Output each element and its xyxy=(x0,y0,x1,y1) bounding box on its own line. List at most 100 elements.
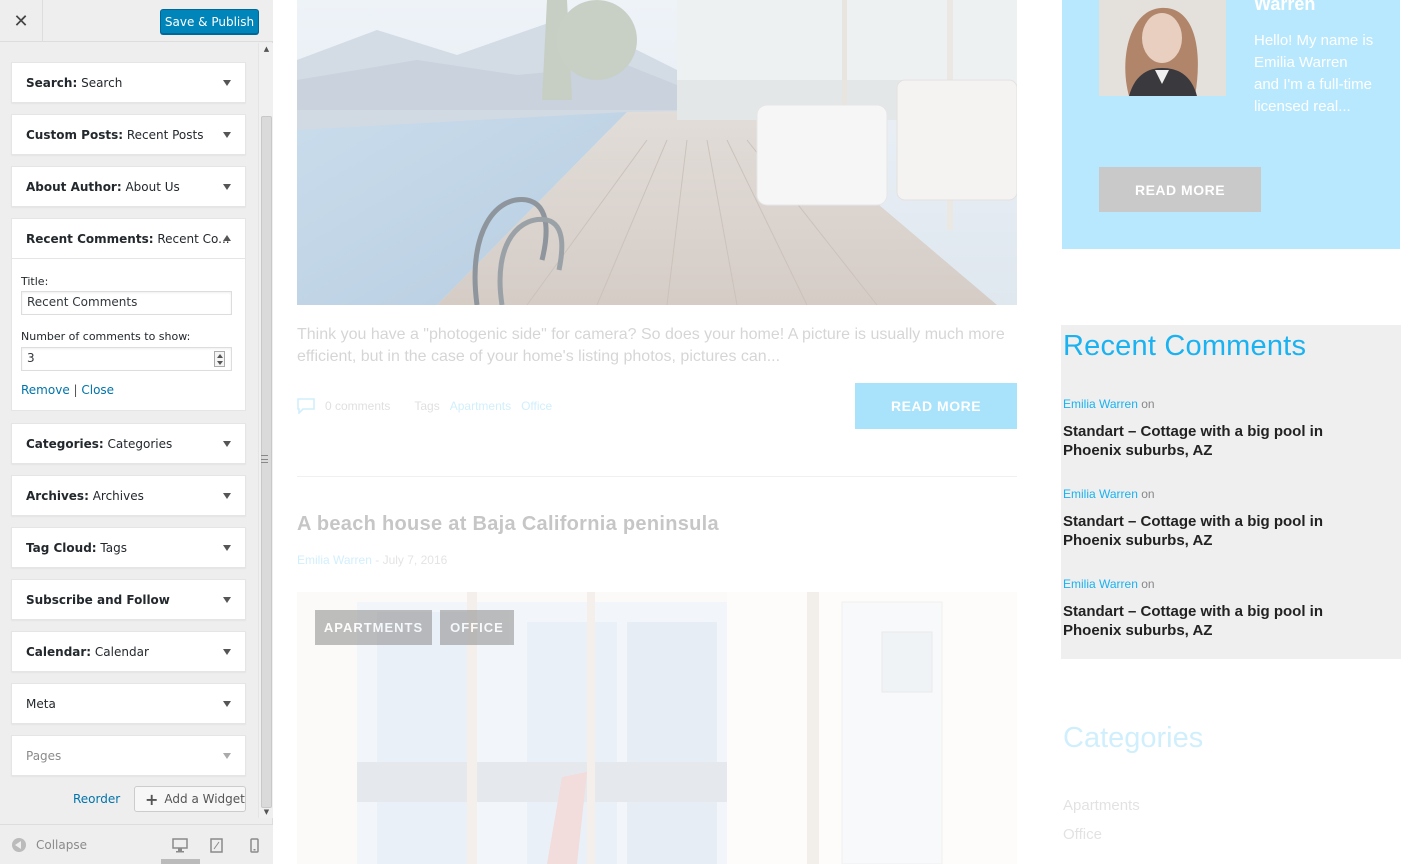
scrollbar-grip-icon xyxy=(261,455,268,463)
comment-post-link[interactable]: Standart – Cottage with a big pool in Ph… xyxy=(1063,422,1383,460)
category-badge-office[interactable]: OFFICE xyxy=(440,610,514,645)
close-customizer-button[interactable]: ✕ xyxy=(0,0,43,42)
customizer-header: ✕ Save & Publish xyxy=(0,0,273,42)
save-publish-button[interactable]: Save & Publish xyxy=(160,9,259,34)
tag-link[interactable]: Office xyxy=(521,399,552,413)
collapse-arrow-icon[interactable] xyxy=(223,235,231,241)
mobile-preview-icon[interactable] xyxy=(250,838,259,853)
post-date: July 7, 2016 xyxy=(382,553,448,567)
post-featured-image[interactable] xyxy=(297,0,1017,305)
number-spinner[interactable] xyxy=(214,351,225,367)
scroll-up-arrow-icon[interactable]: ▲ xyxy=(259,43,274,55)
comment-post-link[interactable]: Standart – Cottage with a big pool in Ph… xyxy=(1063,512,1383,550)
plus-icon: + xyxy=(145,789,159,809)
byline-separator: - xyxy=(371,553,383,567)
widget-subscribe-follow[interactable]: Subscribe and Follow xyxy=(11,579,246,620)
comments-count[interactable]: 0 comments xyxy=(325,399,390,413)
scroll-down-arrow-icon[interactable]: ▼ xyxy=(259,806,274,818)
add-widget-label: Add a Widget xyxy=(164,792,245,806)
comment-on: on xyxy=(1137,487,1155,501)
collapse-label: Collapse xyxy=(36,838,87,852)
desktop-preview-icon[interactable] xyxy=(172,838,188,853)
expand-arrow-icon[interactable] xyxy=(223,132,231,138)
widget-name: Meta xyxy=(26,697,56,711)
post-title[interactable]: A beach house at Baja California peninsu… xyxy=(297,513,719,536)
tablet-preview-icon[interactable] xyxy=(210,838,223,853)
comment-post-link[interactable]: Standart – Cottage with a big pool in Ph… xyxy=(1063,602,1383,640)
active-device-indicator xyxy=(161,859,200,864)
read-more-button[interactable]: READ MORE xyxy=(855,383,1017,429)
comment-author-link[interactable]: Emilia Warren xyxy=(1063,577,1138,591)
widget-calendar[interactable]: Calendar: Calendar xyxy=(11,631,246,672)
post-divider xyxy=(297,476,1017,477)
widget-title: Recent Posts xyxy=(123,128,204,142)
widget-categories[interactable]: Categories: Categories xyxy=(11,423,246,464)
comment-author-line: Emilia Warren on xyxy=(1063,487,1155,501)
widget-name: Calendar: xyxy=(26,645,92,659)
expand-arrow-icon[interactable] xyxy=(223,753,231,759)
widget-title: Search xyxy=(77,76,123,90)
widget-pages[interactable]: Pages xyxy=(11,735,246,776)
category-link[interactable]: Apartments xyxy=(1063,797,1140,814)
author-name: Warren xyxy=(1254,0,1316,14)
widget-title: Categories xyxy=(103,437,173,451)
customizer-screen: ✕ Save & Publish Search: Search Custom P… xyxy=(0,0,1419,864)
widget-name: Categories: xyxy=(26,437,104,451)
category-link[interactable]: Office xyxy=(1063,826,1102,843)
expand-arrow-icon[interactable] xyxy=(223,701,231,707)
close-widget-link[interactable]: Close xyxy=(81,383,114,397)
author-photo xyxy=(1099,0,1226,96)
widget-title: Archives xyxy=(88,489,144,503)
widget-search[interactable]: Search: Search xyxy=(11,62,246,103)
widget-tag-cloud[interactable]: Tag Cloud: Tags xyxy=(11,527,246,568)
comment-on: on xyxy=(1137,577,1155,591)
expand-arrow-icon[interactable] xyxy=(223,493,231,499)
post-excerpt: Think you have a "photogenic side" for c… xyxy=(297,326,1005,365)
post-author[interactable]: Emilia Warren xyxy=(297,553,372,567)
widget-custom-posts[interactable]: Custom Posts: Recent Posts xyxy=(11,114,246,155)
widget-recent-comments: Recent Comments: Recent Co... Title: Rec… xyxy=(11,218,246,411)
add-widget-button[interactable]: + Add a Widget xyxy=(134,786,246,812)
reorder-link[interactable]: Reorder xyxy=(73,792,120,806)
expand-arrow-icon[interactable] xyxy=(223,441,231,447)
widget-name: Custom Posts: xyxy=(26,128,124,142)
author-bio: Hello! My name is Emilia Warren and I'm … xyxy=(1254,32,1374,115)
widget-name: About Author: xyxy=(26,180,122,194)
count-label: Number of comments to show: xyxy=(21,330,191,343)
title-label: Title: xyxy=(21,275,49,288)
recent-comments-title: Recent Comments xyxy=(1063,330,1307,362)
widget-meta[interactable]: Meta xyxy=(11,683,246,724)
comment-author-line: Emilia Warren on xyxy=(1063,397,1155,411)
widget-title: Calendar xyxy=(91,645,149,659)
widget-name: Subscribe and Follow xyxy=(26,593,170,607)
expand-arrow-icon[interactable] xyxy=(223,80,231,86)
author-read-more-button[interactable]: READ MORE xyxy=(1099,167,1261,212)
title-input[interactable]: Recent Comments xyxy=(21,291,232,315)
pool-house-image xyxy=(297,0,1017,305)
widget-name: Archives: xyxy=(26,489,89,503)
comment-count-input[interactable]: 3 xyxy=(21,347,232,371)
expand-arrow-icon[interactable] xyxy=(223,184,231,190)
comment-author-link[interactable]: Emilia Warren xyxy=(1063,487,1138,501)
widget-name: Recent Comments: xyxy=(26,232,154,246)
collapse-button[interactable]: Collapse xyxy=(12,838,87,852)
tag-link[interactable]: Apartments xyxy=(450,399,511,413)
remove-widget-link[interactable]: Remove xyxy=(21,383,70,397)
comment-author-link[interactable]: Emilia Warren xyxy=(1063,397,1138,411)
expand-arrow-icon[interactable] xyxy=(223,649,231,655)
expand-arrow-icon[interactable] xyxy=(223,597,231,603)
customizer-sidebar: ✕ Save & Publish Search: Search Custom P… xyxy=(0,0,273,864)
category-badge-apartments[interactable]: APARTMENTS xyxy=(315,610,432,645)
widget-header[interactable]: Recent Comments: Recent Co... xyxy=(12,219,245,259)
comment-on: on xyxy=(1137,397,1155,411)
categories-title: Categories xyxy=(1063,722,1204,754)
widget-name: Pages xyxy=(26,749,62,763)
sidebar-scrollbar[interactable]: ▲ ▼ xyxy=(258,43,273,818)
expand-arrow-icon[interactable] xyxy=(223,545,231,551)
widget-about-author[interactable]: About Author: About Us xyxy=(11,166,246,207)
widget-archives[interactable]: Archives: Archives xyxy=(11,475,246,516)
collapse-icon xyxy=(12,838,26,852)
widget-name: Tag Cloud: xyxy=(26,541,97,555)
widget-title: Recent Co... xyxy=(153,232,230,246)
widget-name: Search: xyxy=(26,76,78,90)
